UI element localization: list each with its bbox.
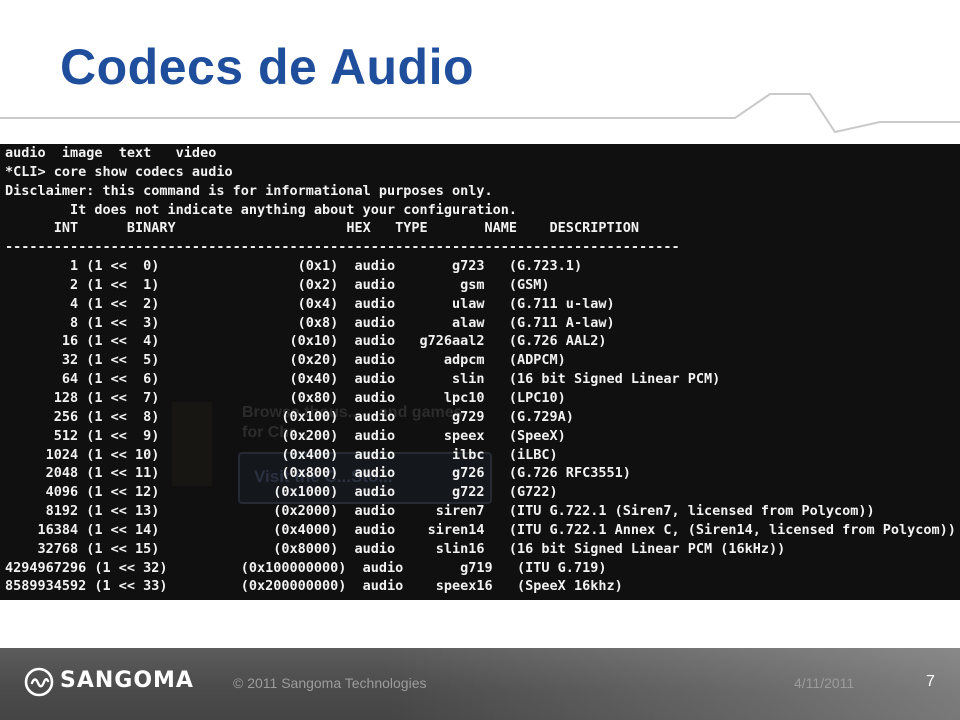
codecs-output: audio image text video *CLI> core show c… <box>5 145 956 595</box>
header-divider-line <box>0 93 960 134</box>
terminal-screenshot: Browse thous... ...and games for Chr... … <box>0 144 960 600</box>
slide-date: 4/11/2011 <box>794 675 855 691</box>
copyright-text: © 2011 Sangoma Technologies <box>233 675 427 691</box>
logo-wordmark: SANGOMA <box>60 668 194 693</box>
page-number: 7 <box>926 673 935 690</box>
sangoma-logo-icon <box>24 667 54 697</box>
